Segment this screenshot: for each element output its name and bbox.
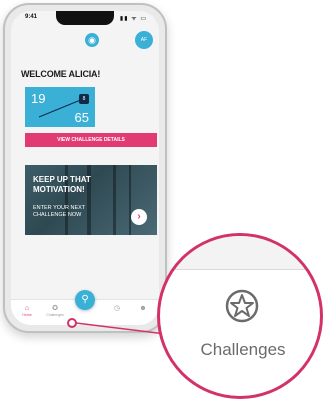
tab-home-label: Home	[22, 313, 32, 317]
phone-screen: 9:41 ▮▮ ᯤ ▭ ◉ AF WELCOME ALICIA! 19 8 65…	[11, 11, 159, 325]
phone-notch	[56, 11, 114, 25]
tab-challenges[interactable]: ✪ Challenges	[41, 304, 69, 317]
home-icon: ⌂	[24, 305, 30, 312]
tree-trunk	[129, 165, 131, 235]
tab-activity[interactable]: ◷	[103, 304, 131, 313]
promo-subtitle: ENTER YOUR NEXT CHALLENGE NOW	[33, 205, 86, 218]
status-time: 9:41	[25, 14, 38, 20]
tab-home[interactable]: ⌂ Home	[13, 304, 41, 317]
challenges-magnifier: Challenges	[157, 233, 323, 399]
star-badge-icon: ✪	[52, 305, 58, 312]
phone-frame: 9:41 ▮▮ ᯤ ▭ ◉ AF WELCOME ALICIA! 19 8 65…	[3, 3, 167, 333]
stat-badge: 8	[79, 94, 89, 104]
tab-challenges-label: Challenges	[46, 313, 64, 317]
star-badge-icon	[225, 289, 259, 323]
welcome-heading: WELCOME ALICIA!	[21, 69, 101, 79]
tab-community[interactable]: ☻	[129, 304, 157, 313]
people-icon: ☻	[139, 305, 147, 312]
avatar[interactable]: AF	[135, 31, 153, 49]
challenge-progress-card[interactable]: 19 8 65	[25, 87, 95, 127]
tree-trunk	[113, 165, 116, 235]
bottom-tab-bar: ⌂ Home ✪ Challenges ⚲ ◷ ☻	[11, 290, 159, 325]
stat-target-value: 65	[74, 110, 89, 125]
view-challenge-details-button[interactable]: VIEW CHALLENGE DETAILS	[25, 133, 157, 147]
location-pin-icon[interactable]: ⚲	[75, 290, 95, 310]
stat-current-value: 19	[31, 91, 46, 106]
status-icons: ▮▮ ᯤ ▭	[119, 16, 147, 22]
chevron-right-icon[interactable]: ›	[131, 209, 147, 225]
magnified-screen-edge	[160, 236, 320, 270]
magnified-challenges-label: Challenges	[200, 340, 286, 359]
clock-icon: ◷	[113, 305, 121, 312]
promo-title: KEEP UP THAT MOTIVATION!	[33, 175, 91, 194]
motivation-promo-card[interactable]: KEEP UP THAT MOTIVATION! ENTER YOUR NEXT…	[25, 165, 157, 235]
stage: 9:41 ▮▮ ᯤ ▭ ◉ AF WELCOME ALICIA! 19 8 65…	[0, 0, 324, 400]
app-logo-icon: ◉	[85, 33, 99, 47]
callout-dot	[67, 318, 77, 328]
